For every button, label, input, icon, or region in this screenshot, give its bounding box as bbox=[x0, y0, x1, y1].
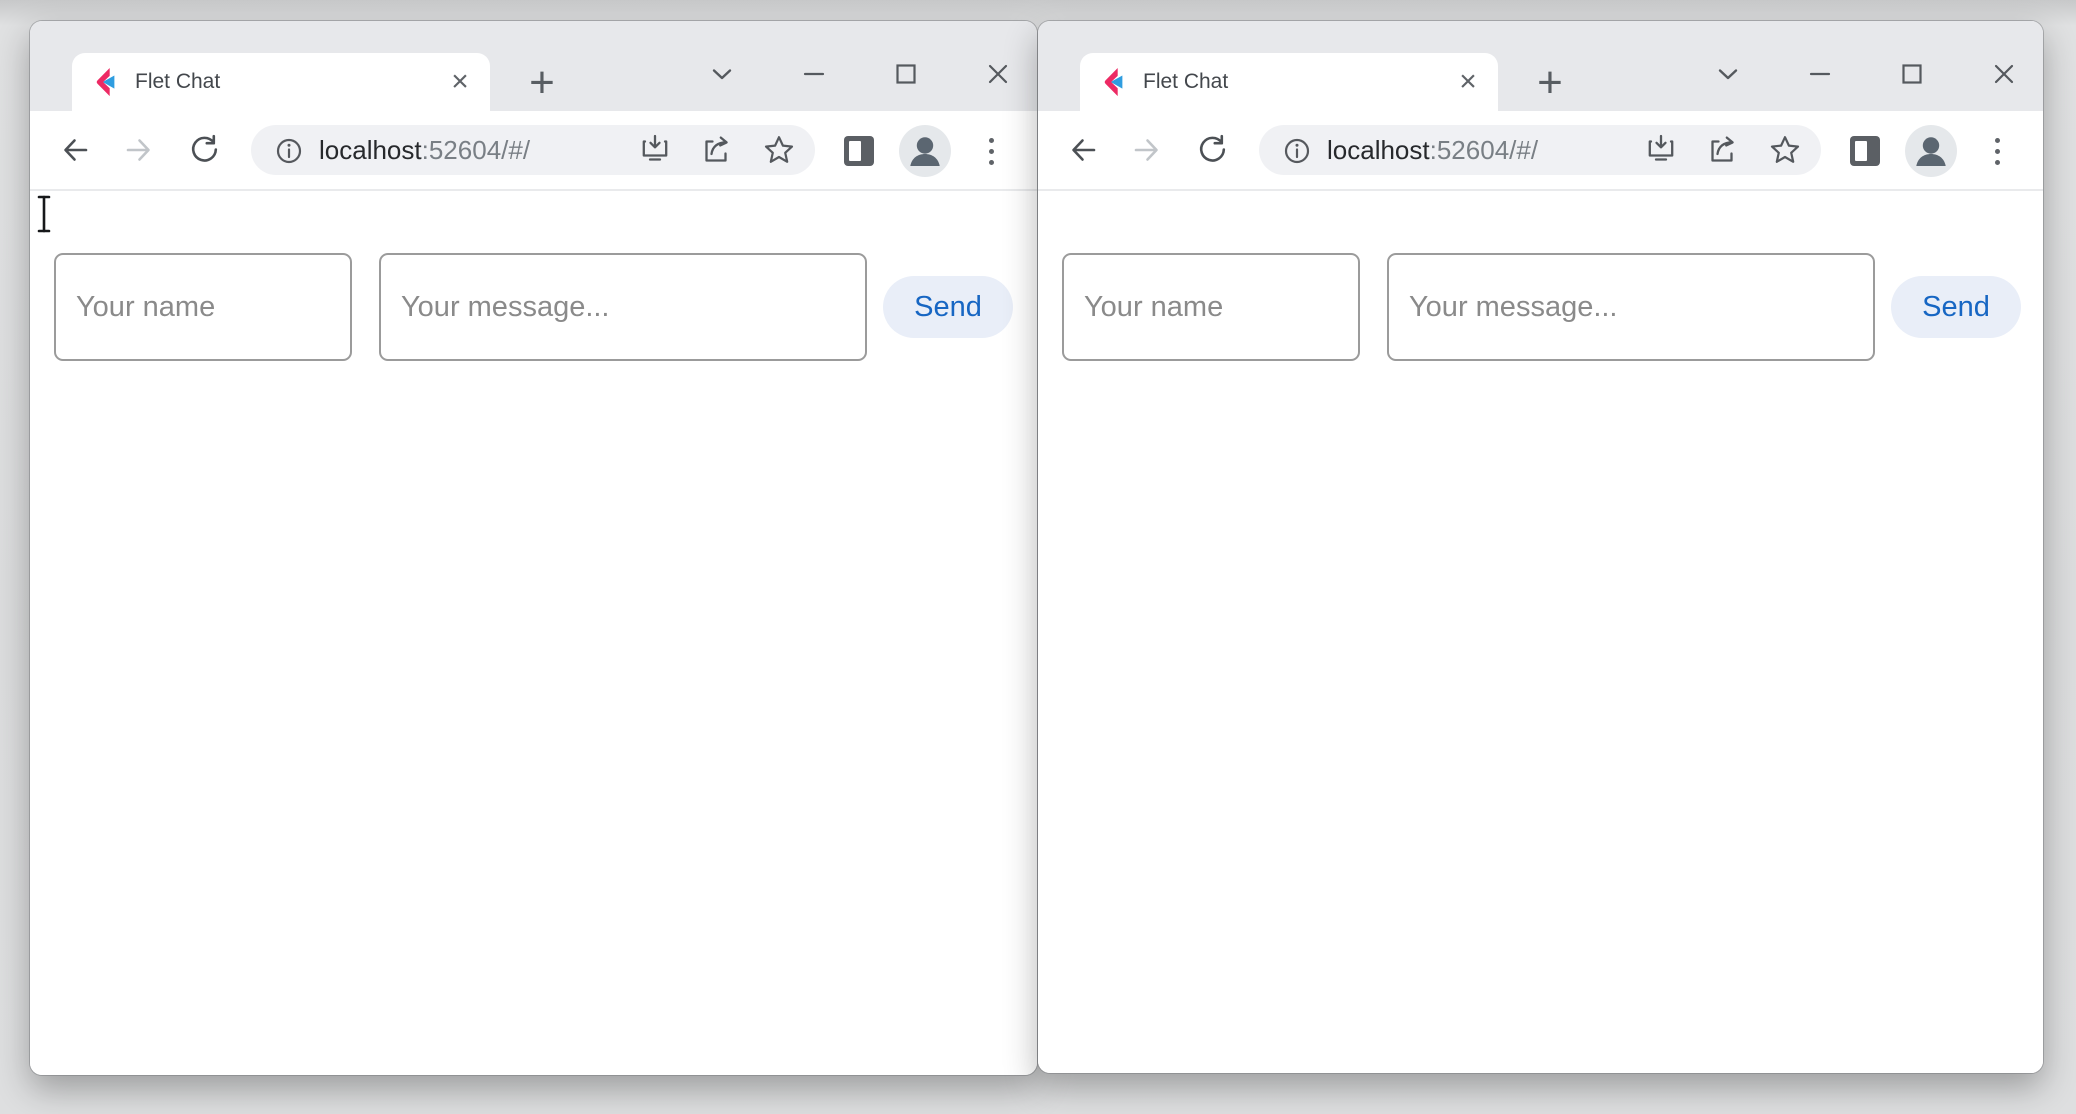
side-panel-icon[interactable] bbox=[1843, 129, 1887, 173]
window-controls bbox=[1703, 49, 2029, 99]
share-icon[interactable] bbox=[697, 130, 737, 170]
nav-buttons bbox=[50, 125, 228, 175]
profile-avatar[interactable] bbox=[899, 125, 951, 177]
share-icon[interactable] bbox=[1703, 130, 1743, 170]
url-path: :52604/#/ bbox=[1430, 135, 1538, 165]
browser-menu-icon[interactable] bbox=[969, 129, 1013, 173]
toolbar-right bbox=[1843, 125, 2019, 177]
name-input[interactable] bbox=[1062, 253, 1360, 361]
window-controls bbox=[697, 49, 1023, 99]
side-panel-icon[interactable] bbox=[837, 129, 881, 173]
omnibox-actions bbox=[1641, 130, 1805, 170]
send-button[interactable]: Send bbox=[883, 276, 1013, 338]
address-bar[interactable]: localhost:52604/#/ bbox=[251, 125, 815, 175]
download-icon[interactable] bbox=[1641, 130, 1681, 170]
forward-button[interactable] bbox=[114, 125, 164, 175]
new-tab-button[interactable]: + bbox=[518, 59, 566, 107]
tab-flet-chat[interactable]: Flet Chat × bbox=[72, 53, 490, 111]
maximize-button[interactable] bbox=[1887, 49, 1937, 99]
flet-logo-icon bbox=[1098, 67, 1128, 97]
tab-strip: Flet Chat × + bbox=[30, 21, 1037, 111]
bookmark-star-icon[interactable] bbox=[759, 130, 799, 170]
tab-title: Flet Chat bbox=[135, 70, 442, 94]
url-text: localhost:52604/#/ bbox=[319, 135, 635, 166]
site-info-icon[interactable] bbox=[1279, 133, 1313, 167]
message-input[interactable] bbox=[379, 253, 867, 361]
reload-button[interactable] bbox=[1186, 125, 1236, 175]
url-host: localhost bbox=[319, 135, 422, 165]
back-button[interactable] bbox=[50, 125, 100, 175]
tab-title: Flet Chat bbox=[1143, 70, 1450, 94]
tab-close-icon[interactable]: × bbox=[1450, 64, 1486, 100]
minimize-button[interactable] bbox=[1795, 49, 1845, 99]
browser-toolbar: localhost:52604/#/ bbox=[1038, 111, 2043, 191]
browser-window-right: Flet Chat × + local bbox=[1038, 21, 2043, 1073]
nav-buttons bbox=[1058, 125, 1236, 175]
browser-toolbar: localhost:52604/#/ bbox=[30, 111, 1037, 191]
send-button[interactable]: Send bbox=[1891, 276, 2021, 338]
page-content: Send bbox=[1038, 193, 2043, 1073]
omnibox-actions bbox=[635, 130, 799, 170]
message-input[interactable] bbox=[1387, 253, 1875, 361]
flet-logo-icon bbox=[90, 67, 120, 97]
back-button[interactable] bbox=[1058, 125, 1108, 175]
minimize-button[interactable] bbox=[789, 49, 839, 99]
page-content: Send bbox=[30, 193, 1037, 1075]
browser-window-left: Flet Chat × + local bbox=[30, 21, 1037, 1075]
url-path: :52604/#/ bbox=[422, 135, 530, 165]
browser-menu-icon[interactable] bbox=[1975, 129, 2019, 173]
reload-button[interactable] bbox=[178, 125, 228, 175]
site-info-icon[interactable] bbox=[271, 133, 305, 167]
maximize-button[interactable] bbox=[881, 49, 931, 99]
toolbar-right bbox=[837, 125, 1013, 177]
close-window-button[interactable] bbox=[973, 49, 1023, 99]
url-host: localhost bbox=[1327, 135, 1430, 165]
tab-search-chevron-icon[interactable] bbox=[1703, 49, 1753, 99]
new-tab-button[interactable]: + bbox=[1526, 59, 1574, 107]
forward-button[interactable] bbox=[1122, 125, 1172, 175]
tab-close-icon[interactable]: × bbox=[442, 64, 478, 100]
url-text: localhost:52604/#/ bbox=[1327, 135, 1641, 166]
text-cursor-icon bbox=[36, 195, 52, 240]
bookmark-star-icon[interactable] bbox=[1765, 130, 1805, 170]
address-bar[interactable]: localhost:52604/#/ bbox=[1259, 125, 1821, 175]
tab-strip: Flet Chat × + bbox=[1038, 21, 2043, 111]
tab-flet-chat[interactable]: Flet Chat × bbox=[1080, 53, 1498, 111]
close-window-button[interactable] bbox=[1979, 49, 2029, 99]
profile-avatar[interactable] bbox=[1905, 125, 1957, 177]
download-icon[interactable] bbox=[635, 130, 675, 170]
tab-search-chevron-icon[interactable] bbox=[697, 49, 747, 99]
name-input[interactable] bbox=[54, 253, 352, 361]
